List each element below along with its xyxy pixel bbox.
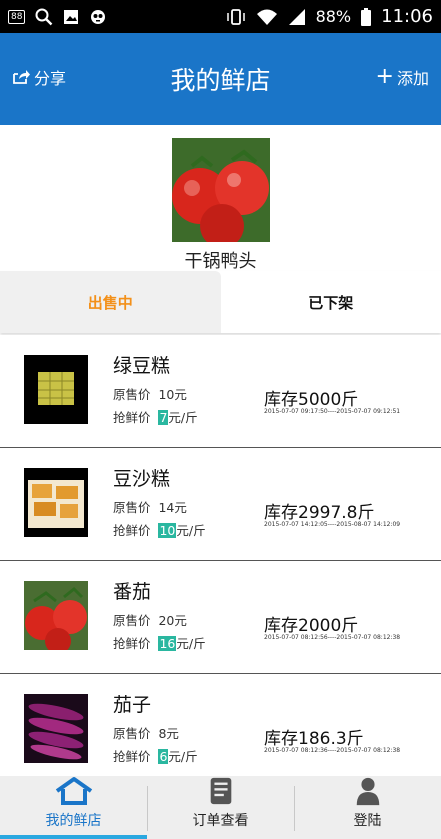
nav-my-shop[interactable]: 我的鲜店: [0, 776, 147, 839]
product-thumbnail: [24, 355, 88, 424]
sale-price: 抢鲜价 10元/斤: [113, 523, 206, 538]
document-icon: [210, 777, 231, 805]
product-row[interactable]: 茄子 原售价 8元 抢鲜价 6元/斤 库存186.3斤 2015-07-07 0…: [0, 674, 441, 776]
nav-label: 订单查看: [192, 813, 249, 829]
product-name: 番茄: [113, 581, 152, 603]
nav-label: 我的鲜店: [45, 813, 102, 829]
sale-price-value: 16: [158, 636, 177, 651]
sale-price: 抢鲜价 7元/斤: [113, 410, 198, 425]
sale-price-value: 7: [158, 410, 169, 425]
wifi-icon: [256, 9, 277, 25]
clock: 11:06: [381, 6, 433, 27]
product-name: 绿豆糕: [113, 355, 171, 377]
vibrate-icon: [226, 8, 245, 25]
original-price: 原售价 10元: [113, 387, 187, 402]
product-thumbnail: [24, 694, 88, 763]
original-price: 原售价 14元: [113, 500, 187, 515]
sale-time-range: 2015-07-07 09:17:50----2015-07-07 09:12:…: [264, 408, 401, 415]
stock-amount: 库存2997.8斤: [264, 503, 375, 523]
user-icon: [356, 777, 379, 806]
home-icon: [55, 777, 92, 805]
shop-info: 干锅鸭头: [0, 125, 441, 272]
product-thumbnail: [24, 468, 88, 537]
battery-percent: 88%: [315, 7, 352, 26]
shop-photo[interactable]: [172, 138, 270, 242]
nav-login[interactable]: 登陆: [294, 776, 441, 839]
bottom-nav: 我的鲜店 订单查看 登陆: [0, 776, 441, 839]
add-button[interactable]: + 添加: [376, 65, 429, 89]
status-bar: 88 88% 11:06: [0, 0, 441, 33]
product-row[interactable]: 番茄 原售价 20元 抢鲜价 16元/斤 库存2000斤 2015-07-07 …: [0, 561, 441, 674]
product-name: 茄子: [113, 694, 152, 716]
nav-orders[interactable]: 订单查看: [147, 776, 294, 839]
sale-time-range: 2015-07-07 08:12:56----2015-07-07 08:12:…: [264, 634, 401, 641]
sale-price: 抢鲜价 6元/斤: [113, 749, 198, 764]
plus-icon: +: [375, 64, 394, 89]
tab-on-sale[interactable]: 出售中: [0, 271, 221, 333]
sale-price-value: 6: [158, 749, 169, 764]
product-name: 豆沙糕: [113, 468, 171, 490]
original-price: 原售价 8元: [113, 726, 179, 741]
signal-icon: [288, 8, 305, 25]
sale-time-range: 2015-07-07 08:12:36----2015-07-07 08:12:…: [264, 747, 401, 754]
add-label: 添加: [396, 69, 429, 88]
alien-app-icon: [91, 9, 106, 24]
status-tabs: 出售中 已下架: [0, 271, 441, 333]
sale-price: 抢鲜价 16元/斤: [113, 636, 206, 651]
original-price: 原售价 20元: [113, 613, 187, 628]
tab-off-shelf[interactable]: 已下架: [221, 271, 441, 333]
nav-label: 登陆: [353, 813, 382, 829]
image-icon: [64, 9, 79, 24]
stock-amount: 库存186.3斤: [264, 729, 364, 749]
sale-price-value: 10: [158, 523, 177, 538]
stock-amount: 库存5000斤: [264, 390, 359, 410]
product-row[interactable]: 豆沙糕 原售价 14元 抢鲜价 10元/斤 库存2997.8斤 2015-07-…: [0, 448, 441, 561]
product-thumbnail: [24, 581, 88, 650]
shop-name: 干锅鸭头: [184, 251, 257, 272]
product-list[interactable]: 绿豆糕 原售价 10元 抢鲜价 7元/斤 库存5000斤 2015-07-07 …: [0, 335, 441, 776]
battery-icon: [361, 7, 372, 26]
search-icon: [35, 8, 53, 25]
app-header: 分享 我的鲜店 + 添加: [0, 33, 441, 125]
notification-badge-icon: 88: [8, 9, 26, 24]
stock-amount: 库存2000斤: [264, 616, 359, 636]
product-row[interactable]: 绿豆糕 原售价 10元 抢鲜价 7元/斤 库存5000斤 2015-07-07 …: [0, 335, 441, 448]
sale-time-range: 2015-07-07 14:12:05----2015-08-07 14:12:…: [264, 521, 401, 528]
